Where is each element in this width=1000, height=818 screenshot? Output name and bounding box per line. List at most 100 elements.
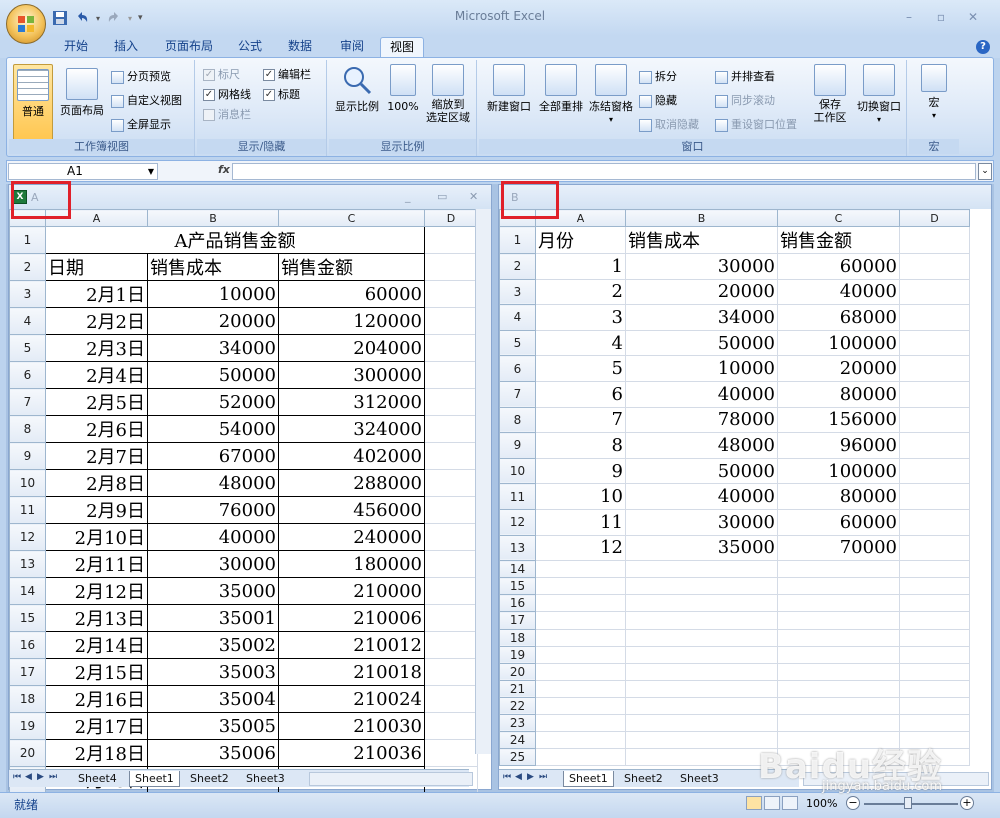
window-b-titlebar[interactable]: B [499,185,991,209]
cell[interactable] [424,280,478,308]
row-header[interactable]: 12 [499,508,536,536]
cell[interactable]: 288000 [278,469,425,497]
cell[interactable]: 80000 [777,380,900,408]
cell[interactable]: 30000 [147,550,279,578]
cell[interactable] [899,696,970,715]
window-a-vertical-scrollbar[interactable] [475,209,491,754]
cell[interactable]: 2月1日 [45,280,148,308]
ruler-checkbox[interactable]: ✓ 标尺 [203,66,240,84]
sheet-tab[interactable]: Sheet4 [73,771,122,787]
row-header[interactable]: 7 [9,388,46,416]
gridlines-checkbox[interactable]: ✓ 网格线 [203,86,251,104]
restore-icon[interactable]: ▫ [934,10,948,24]
cell[interactable]: 120000 [278,307,425,335]
cell[interactable]: 1 [535,253,626,280]
cell[interactable] [625,645,778,664]
split-button[interactable]: 拆分 [639,68,677,86]
tab-home[interactable]: 开始 [56,37,96,58]
cell[interactable]: 67000 [147,442,279,470]
cell[interactable] [899,508,970,536]
cell[interactable]: 402000 [278,442,425,470]
cell[interactable]: 54000 [147,415,279,443]
cell[interactable] [535,594,626,613]
row-header[interactable]: 9 [499,432,536,459]
cell[interactable] [424,550,478,578]
row-header[interactable]: 17 [9,658,46,686]
cell[interactable]: 40000 [625,483,778,510]
row-header[interactable]: 6 [9,361,46,389]
row-header[interactable]: 16 [499,594,536,613]
cell[interactable]: 30000 [625,253,778,280]
cell[interactable] [777,645,900,664]
normal-view-button[interactable]: 普通 [13,64,53,142]
cell[interactable]: 2月15日 [45,658,148,686]
sheet-tab[interactable]: Sheet3 [675,771,724,787]
window-a-minimize-icon[interactable]: _ [405,190,411,203]
hide-button[interactable]: 隐藏 [639,92,677,110]
cell[interactable]: 34000 [625,304,778,331]
cell[interactable]: 52000 [147,388,279,416]
headings-checkbox[interactable]: ✓ 标题 [263,86,300,104]
cell[interactable] [899,329,970,357]
custom-views-button[interactable]: 自定义视图 [111,92,182,110]
cell[interactable] [424,307,478,335]
cell[interactable]: 2月12日 [45,577,148,605]
cell[interactable] [899,534,970,562]
row-header[interactable]: 5 [9,334,46,362]
tab-formulas[interactable]: 公式 [230,37,270,58]
zoom-button[interactable]: 显示比例 [333,64,381,113]
zoom-level[interactable]: 100% [806,797,837,810]
row-header[interactable]: 14 [499,560,536,579]
cell[interactable]: 35003 [147,658,279,686]
last-sheet-icon[interactable]: ⏭ [49,772,57,782]
row-header[interactable]: 15 [499,577,536,596]
cell[interactable] [424,361,478,389]
cell[interactable]: 35004 [147,685,279,713]
cell[interactable] [424,685,478,713]
cell[interactable] [424,496,478,524]
cell[interactable] [899,355,970,382]
office-button[interactable] [6,4,46,44]
row-header[interactable]: 16 [9,631,46,659]
cell[interactable] [535,645,626,664]
row-header[interactable]: 24 [499,731,536,750]
cell[interactable] [899,628,970,647]
row-header[interactable]: 1 [499,226,536,254]
cell[interactable] [535,577,626,596]
column-header[interactable]: C [777,209,900,227]
cell[interactable]: 2月17日 [45,712,148,740]
cell[interactable]: 35006 [147,739,279,767]
cell[interactable]: 48000 [625,432,778,459]
row-header[interactable]: 22 [499,696,536,715]
insert-function-button[interactable]: fx [160,163,230,180]
help-icon[interactable]: ? [976,40,990,54]
cell[interactable] [777,679,900,698]
row-header[interactable]: 2 [499,253,536,280]
tab-review[interactable]: 审阅 [332,37,372,58]
cell[interactable]: 96000 [777,432,900,459]
cell[interactable] [625,628,778,647]
freeze-panes-button[interactable]: 冻结窗格 ▾ [587,64,635,126]
column-header[interactable]: C [278,209,425,227]
row-header[interactable]: 18 [499,628,536,647]
cell[interactable] [424,577,478,605]
cell[interactable]: 324000 [278,415,425,443]
cell[interactable] [535,560,626,579]
cell[interactable]: 35002 [147,631,279,659]
cell[interactable] [424,712,478,740]
cell[interactable] [424,469,478,497]
cell[interactable]: 2月10日 [45,523,148,551]
cell[interactable]: 80000 [777,483,900,510]
cell[interactable]: 312000 [278,388,425,416]
cell[interactable]: 210036 [278,739,425,767]
cell[interactable]: 2月11日 [45,550,148,578]
page-break-preview-button[interactable]: 分页预览 [111,68,171,86]
tab-view[interactable]: 视图 [380,37,424,58]
formula-bar-checkbox[interactable]: ✓ 编辑栏 [263,66,311,84]
cell[interactable]: 50000 [625,457,778,485]
page-layout-button[interactable]: 页面布局 [57,64,107,142]
row-header[interactable]: 23 [499,713,536,733]
row-header[interactable]: 15 [9,604,46,632]
row-header[interactable]: 25 [499,748,536,767]
cell[interactable]: 30000 [625,508,778,536]
